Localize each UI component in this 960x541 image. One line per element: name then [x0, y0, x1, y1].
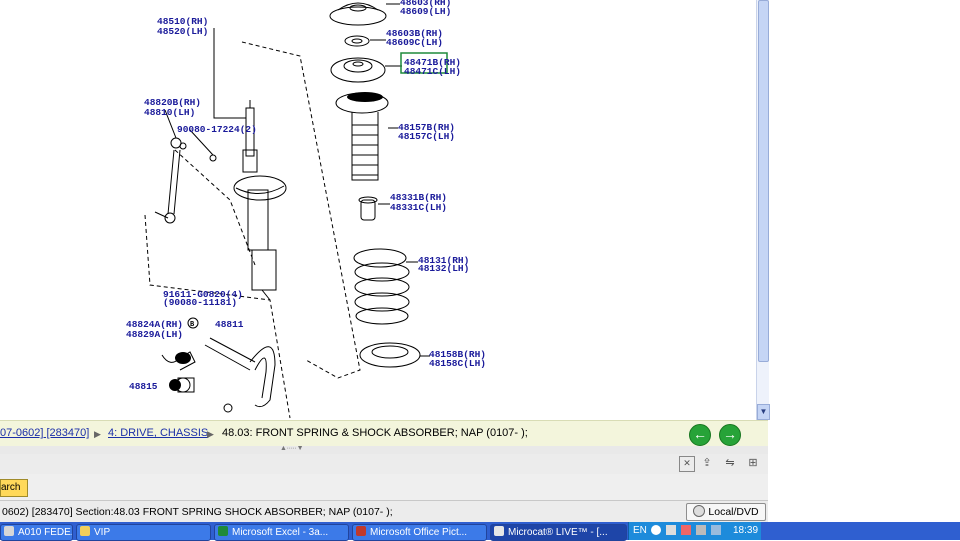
taskbar-item[interactable]: Microsoft Office Pict... [352, 524, 487, 541]
local-dvd-button[interactable]: Local/DVD [686, 503, 766, 521]
status-text: 0602) [283470] Section:48.03 FRONT SPRIN… [2, 506, 393, 518]
upload-icon[interactable]: ⇪ [700, 456, 714, 470]
local-dvd-label: Local/DVD [708, 506, 759, 518]
breadcrumb: 07-0602] [283470] ▶ 4: DRIVE, CHASSIS ▶ … [0, 420, 768, 447]
breadcrumb-item-group[interactable]: 4: DRIVE, CHASSIS [108, 427, 208, 439]
taskbar-item-active[interactable]: Microcat® LIVE™ - [... [490, 524, 627, 541]
splitter-grip-icon[interactable]: ▲∙∙∙∙∙▼ [280, 445, 304, 452]
callout-48810-lh: 48810(LH) [144, 107, 195, 118]
folder-icon [80, 526, 90, 536]
window-icon [4, 526, 14, 536]
arrow-left-icon[interactable]: ← [689, 424, 711, 446]
callout-48811: 48811 [215, 319, 244, 330]
tray-app-icon[interactable] [696, 525, 706, 535]
tab-search-label: arch [1, 482, 21, 493]
callout-90080-17224: 90080-17224(2) [177, 124, 257, 135]
callout-48609c-lh: 48609C(LH) [386, 37, 443, 48]
callout-48331c-lh: 48331C(LH) [390, 202, 447, 213]
callout-48520-lh: 48520(LH) [157, 26, 208, 37]
search-tab-strip: arch [0, 474, 768, 500]
excel-icon [218, 526, 228, 536]
clock: 18:39 [733, 525, 759, 536]
taskbar-item-label: Microsoft Excel - 3a... [232, 527, 329, 538]
callout-48132-lh: 48132(LH) [418, 263, 469, 274]
microcat-icon [494, 526, 504, 536]
tray-app-icon[interactable] [681, 525, 691, 535]
callout-48815: 48815 [129, 381, 158, 392]
empty-area [772, 0, 960, 522]
system-tray: EN 18:39 [628, 522, 761, 540]
compare-icon[interactable]: ⇋ [723, 456, 737, 470]
language-indicator[interactable]: EN [633, 522, 647, 540]
taskbar-item-label: Microsoft Office Pict... [370, 527, 468, 538]
chevron-right-icon: ▶ [207, 429, 214, 439]
exploded-view-illustration: 48510(RH) 48520(LH) 48820B(RH) 48810(LH)… [126, 0, 486, 419]
breadcrumb-current: 48.03: FRONT SPRING & SHOCK ABSORBER; NA… [222, 427, 528, 439]
picture-manager-icon [356, 526, 366, 536]
callout-48609-lh: 48609(LH) [400, 6, 451, 17]
scroll-down-icon[interactable]: ▼ [757, 404, 770, 420]
taskbar: A010 FEDE... VIP Microsoft Excel - 3a...… [0, 522, 960, 541]
taskbar-item-label: VIP [94, 527, 111, 538]
lower-toolbar: ✕ ⇪ ⇋ ⊞ [0, 454, 768, 475]
taskbar-item-label: Microcat® LIVE™ - [... [508, 527, 608, 538]
taskbar-item[interactable]: VIP [76, 524, 211, 541]
scrollbar-thumb[interactable] [758, 0, 769, 362]
status-bar: 0602) [283470] Section:48.03 FRONT SPRIN… [0, 500, 768, 523]
disc-icon [693, 505, 706, 517]
callout-48829a-lh: 48829A(LH) [126, 329, 183, 340]
chevron-right-icon: ▶ [94, 429, 101, 439]
cart-icon[interactable]: ⊞ [746, 456, 760, 470]
taskbar-item[interactable]: A010 FEDE... [0, 524, 73, 541]
pane-splitter[interactable]: ▲∙∙∙∙∙▼ [0, 445, 768, 454]
tray-app-icon[interactable] [711, 525, 721, 535]
breadcrumb-item-model[interactable]: 07-0602] [283470] [0, 427, 89, 439]
tray-app-icon[interactable] [651, 525, 661, 535]
close-pane-icon[interactable]: ✕ [679, 456, 695, 472]
callout-90080-11181: (90080-11181) [163, 297, 237, 308]
taskbar-item-label: A010 FEDE... [18, 527, 73, 538]
callout-48158c-lh: 48158C(LH) [429, 358, 486, 369]
diagram-scrollbar[interactable]: ▼ [756, 0, 770, 420]
parts-diagram[interactable]: 48510(RH) 48520(LH) 48820B(RH) 48810(LH)… [0, 0, 756, 420]
tab-search[interactable]: arch [0, 479, 28, 497]
callout-48157c-lh: 48157C(LH) [398, 131, 455, 142]
tray-app-icon[interactable] [666, 525, 676, 535]
arrow-right-icon[interactable]: → [719, 424, 741, 446]
callout-48471c-lh: 48471C(LH) [404, 66, 461, 77]
taskbar-item[interactable]: Microsoft Excel - 3a... [214, 524, 349, 541]
